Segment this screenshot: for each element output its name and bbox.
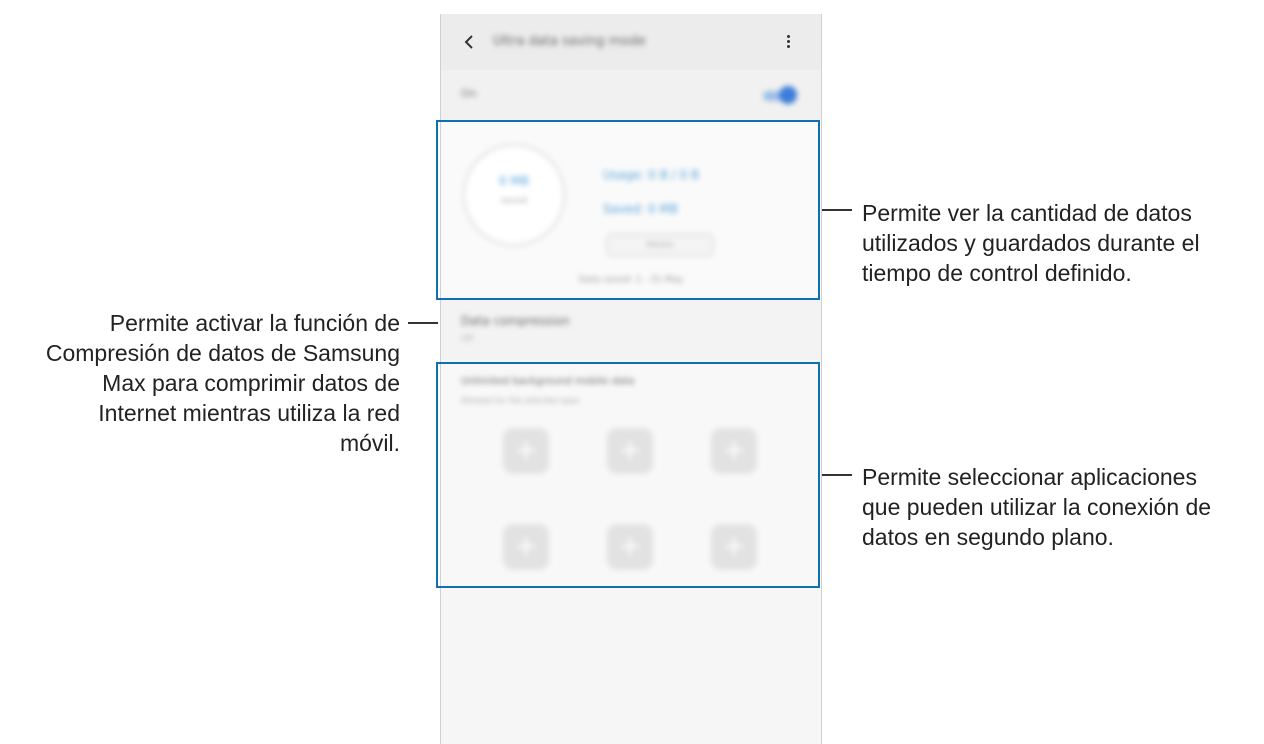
usage-callout: Permite ver la cantidad de datos utiliza… (862, 198, 1200, 288)
callout-line: que pueden utilizar la conexión de (862, 494, 1212, 520)
usage-highlight-box (436, 120, 820, 300)
callout-line: móvil. (339, 430, 400, 456)
master-switch-label: On (461, 87, 477, 100)
data-compression-status: Off (461, 334, 473, 343)
callout-line: tiempo de control definido. (862, 260, 1132, 286)
callout-line: Permite activar la función de (109, 310, 400, 336)
back-button[interactable] (459, 30, 481, 54)
apps-callout: Permite seleccionar aplicaciones que pue… (862, 462, 1211, 552)
master-toggle[interactable] (763, 86, 797, 106)
compression-callout: Permite activar la función de Compresión… (46, 308, 400, 458)
back-arrow-icon (464, 35, 473, 49)
more-options-icon (787, 35, 790, 38)
usage-leader-line (822, 209, 852, 211)
callout-line: Compresión de datos de Samsung (45, 340, 400, 366)
compression-leader-line (408, 322, 438, 324)
callout-line: Max para comprimir datos de (102, 370, 400, 396)
data-compression-item[interactable]: Data compression Off (441, 300, 821, 360)
page-title: Ultra data saving mode (493, 34, 646, 49)
callout-line: Permite ver la cantidad de datos (862, 200, 1192, 226)
apps-leader-line (822, 474, 852, 476)
app-bar: Ultra data saving mode (441, 14, 821, 70)
master-switch-row[interactable]: On (441, 70, 821, 120)
data-compression-title: Data compression (461, 314, 570, 328)
callout-line: Internet mientras utiliza la red (98, 400, 400, 426)
more-options-button[interactable] (779, 30, 799, 54)
callout-line: datos en segundo plano. (862, 524, 1114, 550)
apps-highlight-box (436, 362, 820, 588)
callout-line: utilizados y guardados durante el (862, 230, 1200, 256)
callout-line: Permite seleccionar aplicaciones (862, 464, 1197, 490)
